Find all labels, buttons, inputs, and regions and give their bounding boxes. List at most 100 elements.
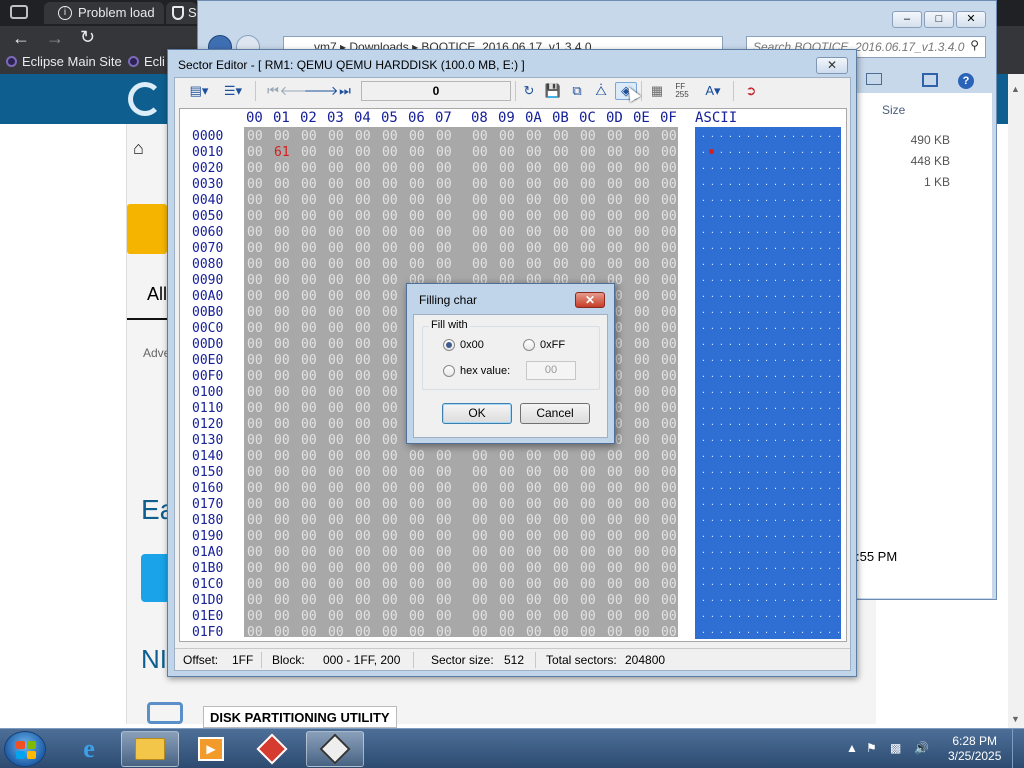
hex-byte[interactable]: 00 [274,321,290,336]
hex-byte[interactable]: 61 [274,145,290,160]
hex-byte[interactable]: 00 [553,545,569,560]
hex-byte[interactable]: 00 [634,561,650,576]
hex-byte[interactable]: 00 [382,481,398,496]
hex-byte[interactable]: 00 [355,593,371,608]
radio-0xff[interactable]: 0xFF [523,339,565,351]
hex-byte[interactable]: 00 [661,449,677,464]
hex-byte[interactable]: 00 [499,161,515,176]
hex-byte[interactable]: 00 [472,609,488,624]
hex-byte[interactable]: 00 [382,289,398,304]
hex-byte[interactable]: 00 [436,625,452,640]
hex-byte[interactable]: 00 [436,161,452,176]
hex-byte[interactable]: 00 [328,353,344,368]
hex-byte[interactable]: 00 [247,497,263,512]
hex-byte[interactable]: 00 [355,449,371,464]
reload-icon[interactable]: ↻ [80,27,95,48]
hex-byte[interactable]: 00 [661,545,677,560]
network-icon[interactable]: ▩ [890,741,901,755]
hex-byte[interactable]: 00 [553,465,569,480]
hex-byte[interactable]: 00 [247,385,263,400]
hex-byte[interactable]: 00 [328,625,344,640]
hex-byte[interactable]: 00 [607,129,623,144]
browser-tab-2[interactable]: S [166,2,197,24]
hex-byte[interactable]: 00 [382,369,398,384]
hex-byte[interactable]: 00 [553,561,569,576]
hex-byte[interactable]: 00 [580,241,596,256]
hex-byte[interactable]: 00 [247,465,263,480]
hex-byte[interactable]: 00 [580,449,596,464]
hex-byte[interactable]: 00 [355,353,371,368]
hex-byte[interactable]: 00 [499,497,515,512]
hex-byte[interactable]: 00 [247,177,263,192]
browser-menu-icon[interactable] [10,5,28,19]
hex-byte[interactable]: 00 [526,193,542,208]
view-options-icon[interactable] [866,73,882,85]
hex-byte[interactable]: 00 [661,209,677,224]
taskbar-explorer[interactable] [121,731,179,767]
hex-byte[interactable]: 00 [382,161,398,176]
hex-byte[interactable]: 00 [409,145,425,160]
hex-byte[interactable]: 00 [409,161,425,176]
hex-byte[interactable]: 00 [328,545,344,560]
hex-byte[interactable]: 00 [472,129,488,144]
hex-byte[interactable]: 00 [409,561,425,576]
hex-byte[interactable]: 00 [328,225,344,240]
hex-byte[interactable]: 00 [409,129,425,144]
hex-byte[interactable]: 00 [301,257,317,272]
hex-byte[interactable]: 00 [382,577,398,592]
hex-byte[interactable]: 00 [355,561,371,576]
hex-byte[interactable]: 00 [301,497,317,512]
hex-byte[interactable]: 00 [661,161,677,176]
hex-byte[interactable]: 00 [355,193,371,208]
hex-byte[interactable]: 00 [274,385,290,400]
hex-byte[interactable]: 00 [355,625,371,640]
hex-byte[interactable]: 00 [436,209,452,224]
hex-byte[interactable]: 00 [634,385,650,400]
hex-byte[interactable]: 00 [472,161,488,176]
hex-byte[interactable]: 00 [553,225,569,240]
hex-byte[interactable]: 00 [274,497,290,512]
hex-byte[interactable]: 00 [247,273,263,288]
hex-byte[interactable]: 00 [274,369,290,384]
hex-byte[interactable]: 00 [634,513,650,528]
back-icon[interactable]: ← [12,28,30,49]
hex-byte[interactable]: 00 [499,193,515,208]
hex-byte[interactable]: 00 [472,465,488,480]
hex-byte[interactable]: 00 [661,609,677,624]
font-menu-icon[interactable]: A▾ [699,82,727,100]
hex-byte[interactable]: 00 [382,337,398,352]
hex-byte[interactable]: 00 [274,337,290,352]
hex-byte[interactable]: 00 [472,257,488,272]
hex-byte[interactable]: 00 [247,513,263,528]
volume-icon[interactable]: 🔊 [914,741,929,755]
hex-byte[interactable]: 00 [274,353,290,368]
hex-byte[interactable]: 00 [472,545,488,560]
hex-byte[interactable]: 00 [607,529,623,544]
hex-byte[interactable]: 00 [328,593,344,608]
hex-byte[interactable]: 00 [382,193,398,208]
hex-byte[interactable]: 00 [526,625,542,640]
hex-byte[interactable]: 00 [499,593,515,608]
hex-byte[interactable]: 00 [580,577,596,592]
hex-byte[interactable]: 00 [328,177,344,192]
hex-byte[interactable]: 00 [274,449,290,464]
hex-byte[interactable]: 00 [301,449,317,464]
column-size-header[interactable]: Size [882,103,905,117]
hex-byte[interactable]: 00 [409,177,425,192]
hex-byte[interactable]: 00 [247,337,263,352]
hex-byte[interactable]: 00 [553,161,569,176]
taskbar-internet-explorer[interactable]: e [60,731,118,767]
hex-byte[interactable]: 00 [274,593,290,608]
hex-byte[interactable]: 00 [409,225,425,240]
hex-byte[interactable]: 00 [553,529,569,544]
hex-byte[interactable]: 00 [355,529,371,544]
hex-byte[interactable]: 00 [634,337,650,352]
hex-byte[interactable]: 00 [355,337,371,352]
hex-byte[interactable]: 00 [409,593,425,608]
hex-byte[interactable]: 00 [247,417,263,432]
hex-byte[interactable]: 00 [580,625,596,640]
hex-byte[interactable]: 00 [274,529,290,544]
hex-byte[interactable]: 00 [607,161,623,176]
hex-byte[interactable]: 00 [472,529,488,544]
hex-byte[interactable]: 00 [247,481,263,496]
